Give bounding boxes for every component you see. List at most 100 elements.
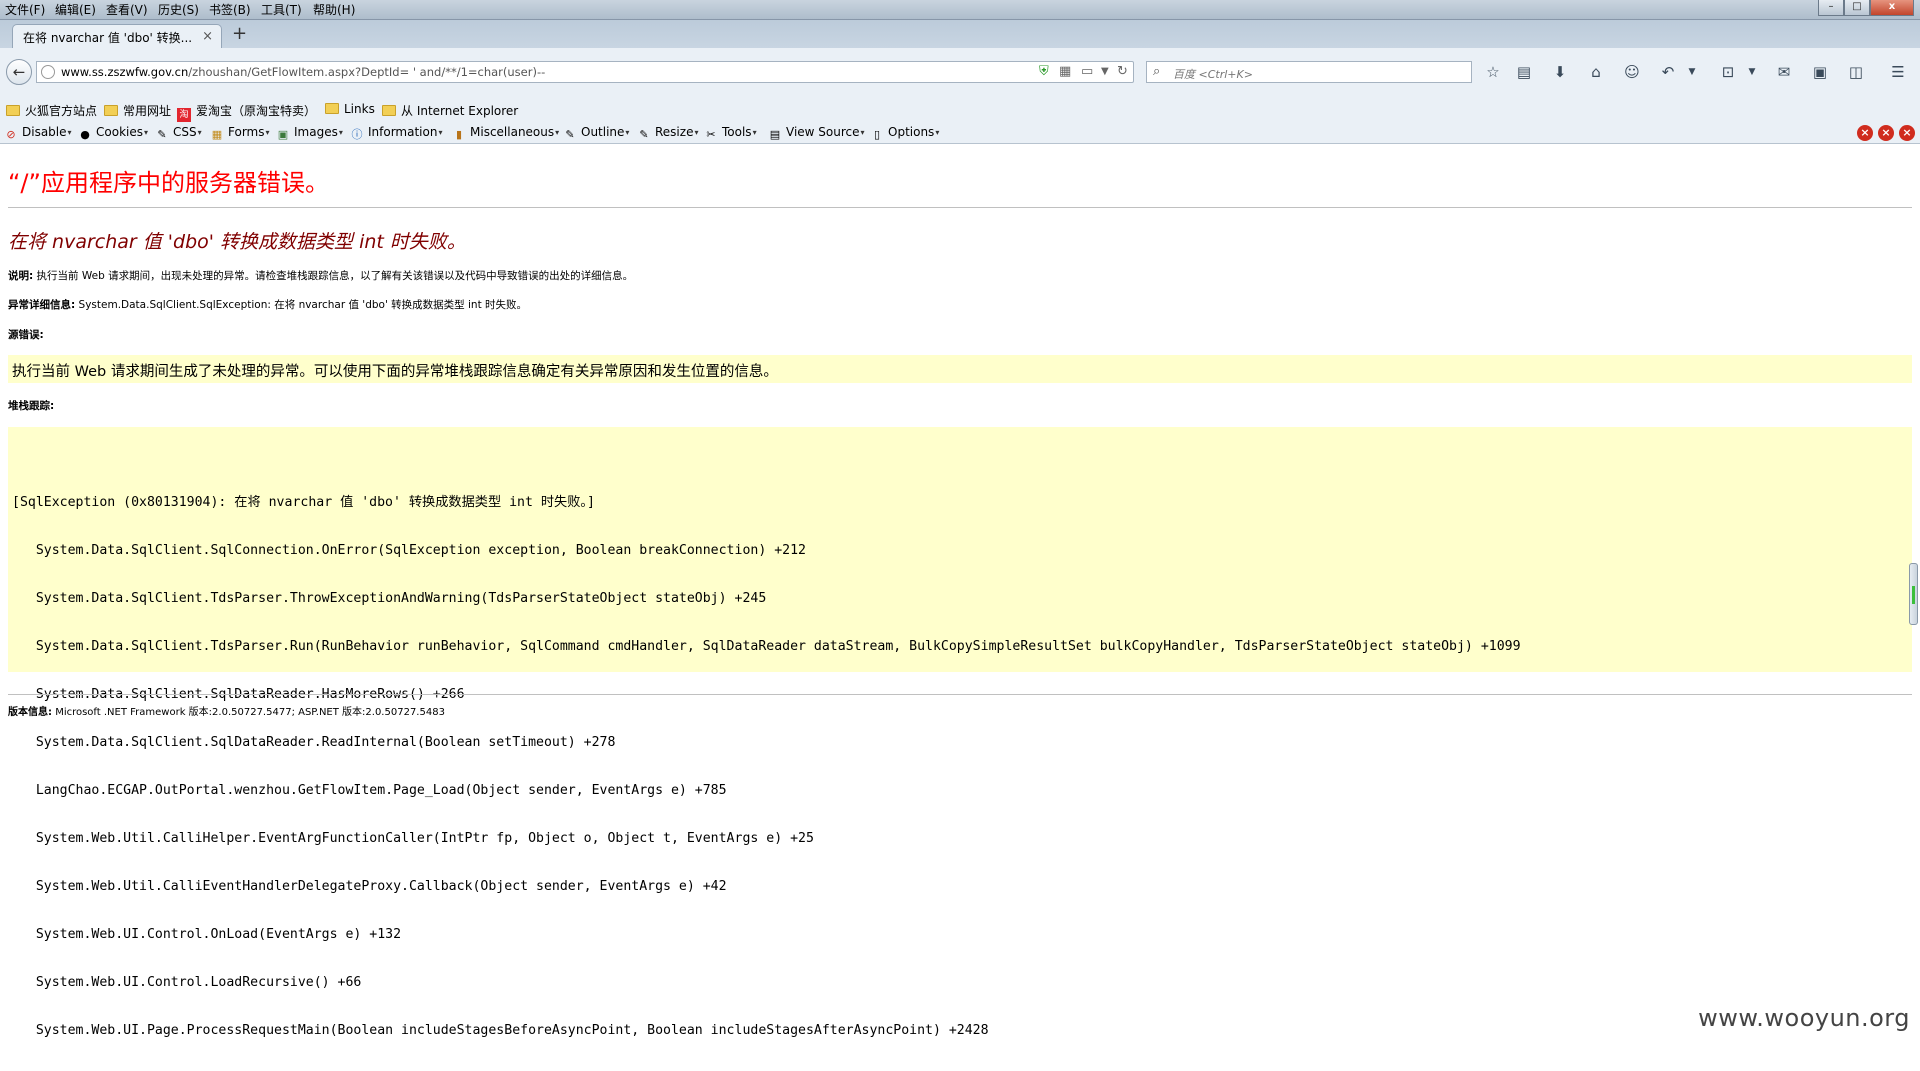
dev-close-icon-2[interactable]: × bbox=[1878, 125, 1894, 141]
bookmark-taobao[interactable]: 淘爱淘宝（原淘宝特卖） bbox=[177, 102, 316, 122]
back-button[interactable]: ← bbox=[6, 59, 32, 85]
search-placeholder: 百度 <Ctrl+K> bbox=[1173, 68, 1253, 81]
bookmark-label: 从 Internet Explorer bbox=[401, 104, 519, 118]
menu-file[interactable]: 文件(F) bbox=[2, 2, 48, 18]
comment-icon[interactable]: ✉ bbox=[1772, 61, 1796, 83]
exception-text: System.Data.SqlClient.SqlException: 在将 n… bbox=[78, 299, 528, 311]
dev-forms[interactable]: ▦ Forms▾ bbox=[210, 125, 270, 142]
dev-label: Cookies bbox=[96, 125, 143, 139]
dev-information[interactable]: ⓘ Information▾ bbox=[350, 125, 443, 142]
shield-icon[interactable]: ⛨ bbox=[1039, 64, 1049, 79]
menu-bar: 文件(F) 编辑(E) 查看(V) 历史(S) 书签(B) 工具(T) 帮助(H… bbox=[0, 0, 1920, 20]
screenshot-icon[interactable]: ▣ bbox=[1808, 61, 1832, 83]
caret-icon: ▾ bbox=[860, 128, 865, 137]
reader-view-icon[interactable]: ▭ bbox=[1081, 64, 1093, 79]
dev-miscellaneous[interactable]: ▮ Miscellaneous▾ bbox=[452, 125, 559, 142]
caret-icon: ▾ bbox=[197, 128, 202, 137]
new-tab-button[interactable]: + bbox=[232, 25, 247, 43]
menu-bookmarks[interactable]: 书签(B) bbox=[206, 2, 254, 18]
forms-icon: ▦ bbox=[211, 128, 223, 141]
bookmark-label: Links bbox=[344, 102, 375, 116]
stack-line: System.Data.SqlClient.SqlDataReader.Read… bbox=[12, 735, 616, 750]
stack-line: System.Web.UI.Control.OnLoad(EventArgs e… bbox=[12, 927, 402, 942]
dev-label: Disable bbox=[22, 125, 67, 139]
bookmark-links[interactable]: Links bbox=[325, 102, 375, 116]
download-icon[interactable]: ⬇ bbox=[1548, 61, 1572, 83]
bookmark-star-icon[interactable]: ☆ bbox=[1481, 61, 1505, 83]
tools-icon: ✂ bbox=[706, 128, 716, 141]
url-path: /zhoushan/GetFlowItem.aspx?DeptId= ' and… bbox=[188, 65, 546, 79]
dev-outline[interactable]: ✎ Outline▾ bbox=[563, 125, 629, 142]
dev-label: View Source bbox=[786, 125, 860, 139]
version-label: 版本信息: bbox=[8, 707, 52, 718]
window-controls: – □ x bbox=[1818, 0, 1914, 16]
dev-close-icon-3[interactable]: × bbox=[1899, 125, 1915, 141]
caret-icon: ▾ bbox=[143, 128, 148, 137]
dev-tools[interactable]: ✂ Tools▾ bbox=[704, 125, 756, 142]
search-bar[interactable]: ⌕ 百度 <Ctrl+K> bbox=[1146, 61, 1472, 83]
bookmark-common-sites[interactable]: 常用网址 bbox=[104, 102, 171, 119]
tab-active[interactable]: 在将 nvarchar 值 'dbo' 转换... × bbox=[12, 24, 222, 48]
folder-icon bbox=[6, 105, 20, 116]
reload-icon[interactable]: ↻ bbox=[1117, 64, 1128, 79]
dev-cookies[interactable]: ● Cookies▾ bbox=[78, 125, 148, 142]
crop-icon[interactable]: ⊡ bbox=[1716, 61, 1740, 83]
dev-disable[interactable]: ⊘ Disable▾ bbox=[4, 125, 71, 142]
cookie-icon: ● bbox=[80, 128, 90, 141]
dev-label: Forms bbox=[228, 125, 265, 139]
url-bar[interactable]: www.ss.zszwfw.gov.cn/zhoushan/GetFlowIte… bbox=[36, 61, 1134, 83]
menu-edit[interactable]: 编辑(E) bbox=[52, 2, 99, 18]
bookmark-from-ie[interactable]: 从 Internet Explorer bbox=[382, 102, 518, 119]
bookmarks-bar: 火狐官方站点 常用网址 淘爱淘宝（原淘宝特卖） Links 从 Internet… bbox=[0, 98, 1920, 122]
url-dropdown-icon[interactable]: ▼ bbox=[1101, 66, 1109, 77]
disable-icon: ⊘ bbox=[6, 128, 16, 141]
dev-label: Images bbox=[294, 125, 338, 139]
scrollbar-thumb[interactable] bbox=[1909, 563, 1918, 625]
exception-line: 异常详细信息: System.Data.SqlClient.SqlExcepti… bbox=[8, 297, 527, 312]
dev-label: Resize bbox=[655, 125, 694, 139]
url-text[interactable]: www.ss.zszwfw.gov.cn/zhoushan/GetFlowIte… bbox=[61, 65, 545, 79]
watermark: www.wooyun.org bbox=[1698, 1004, 1910, 1032]
chat-icon[interactable]: ☺ bbox=[1620, 61, 1644, 83]
dev-options[interactable]: ▯ Options▾ bbox=[870, 125, 939, 142]
dev-label: Information bbox=[368, 125, 438, 139]
dev-close-icon-1[interactable]: × bbox=[1857, 125, 1873, 141]
hamburger-menu-icon[interactable]: ☰ bbox=[1886, 61, 1910, 83]
error-heading: 在将 nvarchar 值 'dbo' 转换成数据类型 int 时失败。 bbox=[8, 231, 466, 253]
dev-view-source[interactable]: ▤ View Source▾ bbox=[768, 125, 865, 142]
caret-icon: ▾ bbox=[935, 128, 940, 137]
options-icon: ▯ bbox=[873, 128, 881, 141]
bookmark-firefox-site[interactable]: 火狐官方站点 bbox=[6, 102, 97, 119]
folder-icon bbox=[104, 105, 118, 116]
stack-trace-box: [SqlException (0x80131904): 在将 nvarchar … bbox=[8, 427, 1912, 1038]
menu-tools[interactable]: 工具(T) bbox=[258, 2, 305, 18]
dev-images[interactable]: ▣ Images▾ bbox=[276, 125, 343, 142]
menu-help[interactable]: 帮助(H) bbox=[310, 2, 358, 18]
bookmark-label: 火狐官方站点 bbox=[25, 104, 98, 118]
dev-label: CSS bbox=[173, 125, 197, 139]
close-window-button[interactable]: x bbox=[1870, 0, 1914, 16]
dev-css[interactable]: ✎ CSS▾ bbox=[155, 125, 202, 142]
dev-label: Miscellaneous bbox=[470, 125, 555, 139]
home-icon[interactable]: ⌂ bbox=[1584, 61, 1608, 83]
tab-close-icon[interactable]: × bbox=[202, 29, 213, 44]
undo-dropdown-icon[interactable]: ▼ bbox=[1680, 61, 1704, 83]
bookmark-label: 爱淘宝（原淘宝特卖） bbox=[196, 104, 317, 118]
stack-trace-lines: [SqlException (0x80131904): 在将 nvarchar … bbox=[12, 463, 1521, 1071]
qr-code-icon[interactable]: ▦ bbox=[1059, 64, 1071, 79]
caret-icon: ▾ bbox=[555, 128, 560, 137]
exception-label: 异常详细信息: bbox=[8, 299, 76, 311]
bookmarks-list-icon[interactable]: ▤ bbox=[1512, 61, 1536, 83]
description-label: 说明: bbox=[8, 270, 34, 282]
maximize-button[interactable]: □ bbox=[1844, 0, 1870, 16]
version-text: Microsoft .NET Framework 版本:2.0.50727.54… bbox=[55, 707, 445, 718]
menu-history[interactable]: 历史(S) bbox=[155, 2, 202, 18]
stack-line: System.Web.UI.Control.LoadRecursive() +6… bbox=[12, 975, 362, 990]
dev-resize[interactable]: ✎ Resize▾ bbox=[637, 125, 698, 142]
crop-dropdown-icon[interactable]: ▼ bbox=[1740, 61, 1764, 83]
undo-icon[interactable]: ↶ bbox=[1656, 61, 1680, 83]
window-icon[interactable]: ◫ bbox=[1844, 61, 1868, 83]
minimize-button[interactable]: – bbox=[1818, 0, 1844, 16]
menu-view[interactable]: 查看(V) bbox=[103, 2, 151, 18]
taobao-icon: 淘 bbox=[177, 108, 191, 122]
